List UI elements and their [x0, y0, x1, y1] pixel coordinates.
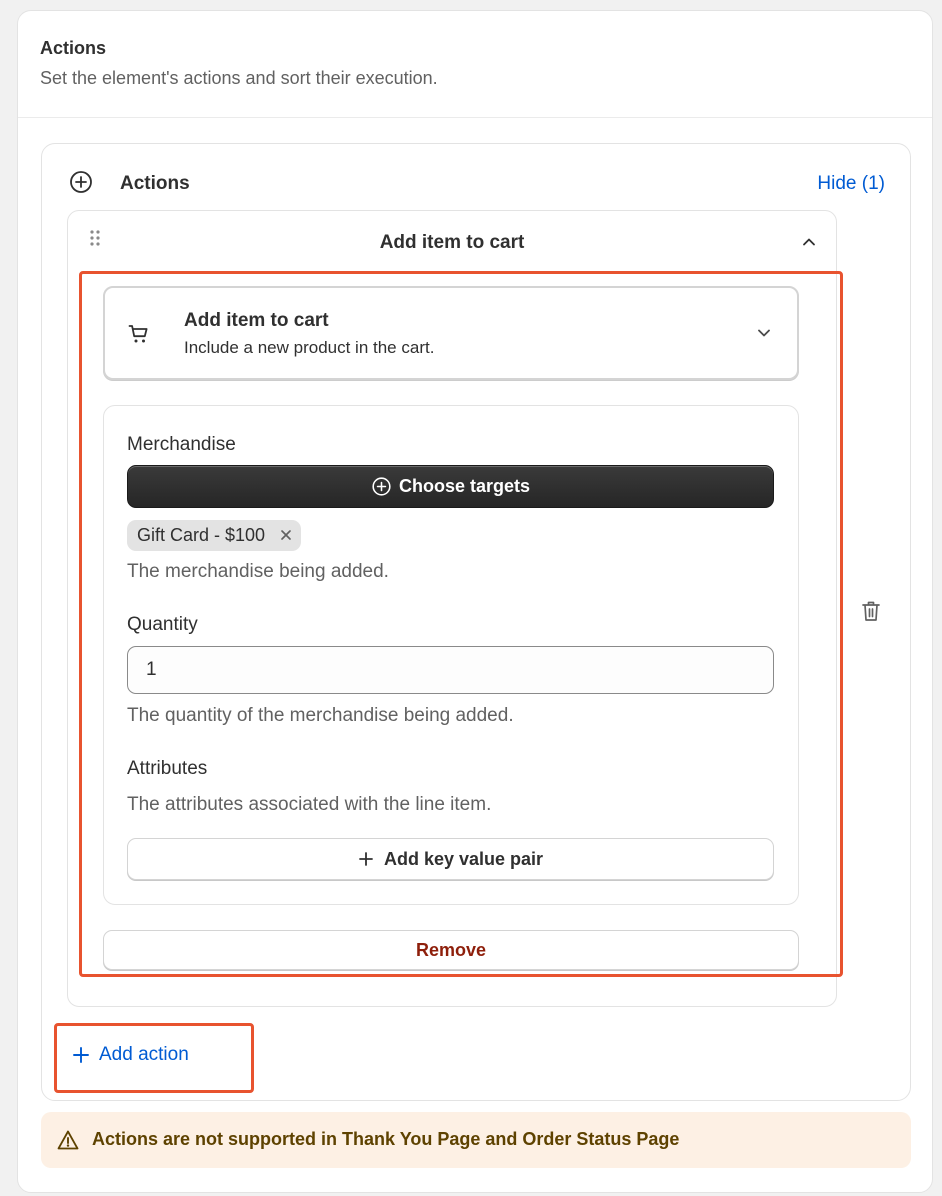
plus-circle-icon	[372, 477, 391, 496]
card-header: Actions Set the element's actions and so…	[18, 11, 932, 118]
choose-targets-button[interactable]: Choose targets	[127, 465, 774, 508]
action-item-title[interactable]: Add item to cart	[68, 232, 836, 254]
choose-targets-label: Choose targets	[398, 476, 531, 496]
chevron-up-icon[interactable]	[800, 233, 818, 251]
remove-button[interactable]: Remove	[103, 930, 799, 970]
warning-text: Actions are not supported in Thank You P…	[92, 1129, 680, 1149]
add-key-value-pair-button[interactable]: Add key value pair	[127, 838, 774, 880]
close-icon[interactable]	[279, 528, 293, 542]
add-action-button[interactable]: Add action	[72, 1040, 189, 1070]
merchandise-tag: Gift Card - $100	[127, 520, 302, 551]
action-type-select[interactable]: Add item to cart Include a new product i…	[103, 286, 799, 380]
add-action-label: Add action	[99, 1044, 189, 1065]
chevron-down-icon	[758, 329, 770, 337]
hide-link[interactable]: Hide (1)	[817, 173, 885, 195]
quantity-input[interactable]: 1	[127, 646, 774, 694]
plus-circle-icon[interactable]	[69, 170, 93, 194]
actions-section-title: Actions	[120, 173, 190, 194]
merchandise-tag-label: Gift Card - $100	[137, 525, 266, 545]
card-title: Actions	[40, 38, 107, 58]
quantity-help: The quantity of the merchandise being ad…	[127, 705, 514, 726]
trash-icon[interactable]	[860, 599, 882, 623]
actions-section: Actions Hide (1) Add item to cart Add it…	[41, 143, 911, 1101]
merchandise-help: The merchandise being added.	[127, 561, 389, 582]
action-type-description: Include a new product in the cart.	[184, 338, 435, 357]
card-subtitle: Set the element's actions and sort their…	[40, 68, 438, 88]
plus-icon	[359, 852, 373, 866]
warning-banner: Actions are not supported in Thank You P…	[41, 1112, 911, 1168]
merchandise-label: Merchandise	[127, 434, 236, 455]
quantity-label: Quantity	[127, 614, 198, 635]
plus-icon	[73, 1047, 89, 1063]
add-key-value-pair-label: Add key value pair	[383, 848, 544, 869]
actions-card: Actions Set the element's actions and so…	[17, 10, 933, 1193]
attributes-help: The attributes associated with the line …	[127, 794, 492, 815]
cart-icon	[128, 325, 148, 343]
attributes-label: Attributes	[127, 758, 208, 779]
warning-icon	[57, 1130, 79, 1150]
action-settings-form: Merchandise Choose targets Gift Card - $…	[103, 405, 799, 905]
action-type-title: Add item to cart	[184, 310, 329, 331]
